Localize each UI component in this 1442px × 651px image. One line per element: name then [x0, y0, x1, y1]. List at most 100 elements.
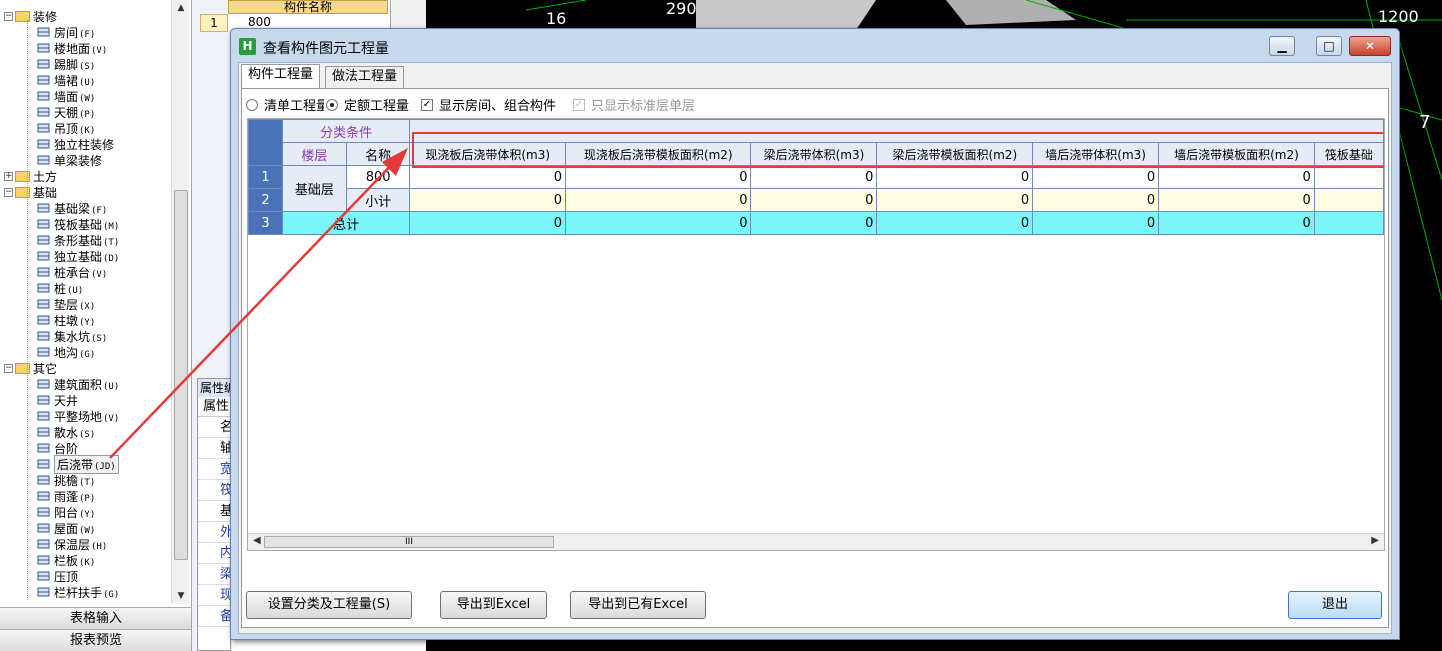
cell-quantity[interactable]: 0: [876, 188, 1034, 212]
tree-item[interactable]: 楼地面(V): [36, 40, 107, 56]
table-row[interactable]: 2 小计 0 0 0 0 0 0: [248, 188, 1384, 212]
checkbox-show-room[interactable]: ✓ 显示房间、组合构件: [421, 95, 556, 114]
dialog-titlebar[interactable]: H 查看构件图元工程量 ▁ □ ✕: [231, 29, 1399, 61]
tree-item[interactable]: 雨蓬(P): [36, 488, 95, 504]
cell-quantity[interactable]: 0: [750, 211, 878, 235]
attribute-row[interactable]: 外: [198, 522, 233, 543]
tab-method-quantity[interactable]: 做法工程量: [325, 66, 405, 88]
cell-quantity[interactable]: 0: [750, 188, 878, 212]
tree-item[interactable]: 条形基础(T): [36, 232, 119, 248]
cell-quantity[interactable]: 0: [1032, 188, 1160, 212]
tree-item[interactable]: 栏板(K): [36, 552, 95, 568]
tree-item[interactable]: 踢脚(S): [36, 56, 95, 72]
cell-quantity[interactable]: 0: [1158, 165, 1315, 189]
tree-item[interactable]: 散水(S): [36, 424, 95, 440]
scroll-down-icon[interactable]: ▼: [172, 588, 190, 604]
attribute-row[interactable]: 基: [198, 501, 233, 522]
export-existing-excel-button[interactable]: 导出到已有Excel: [570, 591, 706, 619]
tree-item[interactable]: 挑檐(T): [36, 472, 95, 488]
table-row[interactable]: 1 基础层 800 0 0 0 0 0 0: [248, 165, 1384, 212]
tree-item[interactable]: 桩承台(V): [36, 264, 107, 280]
radio-quota-quantity[interactable]: 定额工程量: [326, 95, 409, 114]
attribute-row[interactable]: 筏: [198, 480, 233, 501]
scroll-right-icon[interactable]: ▶: [1371, 535, 1379, 546]
cell-quantity[interactable]: 0: [1032, 211, 1160, 235]
collapse-icon[interactable]: −: [4, 363, 13, 373]
attribute-row[interactable]: 梁: [198, 564, 233, 585]
tree-item[interactable]: 桩(U): [36, 280, 83, 296]
tab-table-input[interactable]: 表格输入: [0, 607, 191, 629]
tree-item[interactable]: 压顶: [36, 568, 79, 584]
tree-item[interactable]: 天棚(P): [36, 104, 95, 120]
export-excel-button[interactable]: 导出到Excel: [440, 591, 547, 619]
exit-button[interactable]: 退出: [1288, 591, 1382, 619]
row-number[interactable]: 1: [248, 165, 283, 189]
tree-scroll-thumb[interactable]: [174, 190, 188, 560]
attribute-row[interactable]: 宽: [198, 459, 233, 480]
tree-item[interactable]: 集水坑(S): [36, 328, 107, 344]
tree-item[interactable]: 栏杆扶手(G): [36, 584, 119, 600]
cell-quantity[interactable]: 0: [565, 165, 752, 189]
tree-item[interactable]: 平整场地(V): [36, 408, 119, 424]
tree-item[interactable]: 屋面(W): [36, 520, 95, 536]
scroll-up-icon[interactable]: ▲: [172, 0, 190, 16]
horizontal-scroll-thumb[interactable]: III: [264, 536, 554, 548]
col-header-name[interactable]: 名称: [345, 142, 411, 166]
cell-quantity[interactable]: 0: [409, 165, 567, 189]
tree-item[interactable]: 墙裙(U): [36, 72, 95, 88]
attribute-row[interactable]: 轴: [198, 438, 233, 459]
tree-category[interactable]: + 土方: [4, 168, 57, 184]
radio-list-quantity[interactable]: 清单工程量: [246, 95, 324, 114]
attribute-row[interactable]: 现: [198, 585, 233, 606]
tree-item[interactable]: 墙面(W): [36, 88, 95, 104]
tree-item[interactable]: 基础梁(F): [36, 200, 107, 216]
tree-item[interactable]: 筏板基础(M): [36, 216, 119, 232]
row-number[interactable]: 2: [248, 188, 283, 212]
col-header-floor[interactable]: 楼层: [281, 142, 347, 166]
table-row[interactable]: 3 总计 0 0 0 0 0 0: [248, 211, 1384, 235]
tree-item[interactable]: 垫层(X): [36, 296, 95, 312]
scroll-left-icon[interactable]: ◀: [253, 535, 261, 546]
cell-quantity[interactable]: 0: [409, 211, 567, 235]
cell-total[interactable]: 总计: [281, 211, 411, 235]
tree-item[interactable]: 天井: [36, 392, 79, 408]
tree-item[interactable]: 房间(F): [36, 24, 95, 40]
minimize-button[interactable]: ▁: [1269, 36, 1295, 56]
expand-icon[interactable]: +: [4, 171, 13, 181]
tree-item[interactable]: 地沟(G): [36, 344, 95, 360]
tree-item[interactable]: 保温层(H): [36, 536, 107, 552]
cell-quantity[interactable]: 0: [876, 165, 1034, 189]
tree-item[interactable]: 柱墩(Y): [36, 312, 95, 328]
tree-item[interactable]: 吊顶(K): [36, 120, 95, 136]
cell-quantity[interactable]: 0: [565, 188, 752, 212]
horizontal-scrollbar[interactable]: ◀ III ▶: [248, 533, 1384, 550]
cell-name[interactable]: 800: [345, 165, 411, 189]
tree-category[interactable]: − 其它: [4, 360, 57, 376]
cell-quantity[interactable]: [1313, 165, 1384, 189]
tab-component-quantity[interactable]: 构件工程量: [241, 64, 321, 88]
attribute-row[interactable]: 备: [198, 606, 233, 627]
cell-quantity[interactable]: 0: [1158, 188, 1315, 212]
cell-quantity[interactable]: 0: [750, 165, 878, 189]
tree-item[interactable]: 建筑面积(U): [36, 376, 119, 392]
attribute-row[interactable]: 内: [198, 543, 233, 564]
attribute-row[interactable]: 名: [198, 417, 233, 438]
cell-subtotal[interactable]: 小计: [345, 188, 411, 212]
tree-category[interactable]: − 装修: [4, 8, 57, 24]
cell-quantity[interactable]: [1313, 211, 1384, 235]
tree-item[interactable]: 单梁装修: [36, 152, 103, 168]
row-number[interactable]: 3: [248, 211, 283, 235]
close-button[interactable]: ✕: [1349, 36, 1391, 56]
collapse-icon[interactable]: −: [4, 187, 13, 197]
set-category-button[interactable]: 设置分类及工程量(S): [246, 591, 412, 619]
cell-quantity[interactable]: [1313, 188, 1384, 212]
tree-item[interactable]: 独立柱装修: [36, 136, 115, 152]
collapse-icon[interactable]: −: [4, 11, 13, 21]
cell-quantity[interactable]: 0: [1158, 211, 1315, 235]
cell-quantity[interactable]: 0: [409, 188, 567, 212]
tree-item[interactable]: 阳台(Y): [36, 504, 95, 520]
tab-report-preview[interactable]: 报表预览: [0, 629, 191, 651]
cell-quantity[interactable]: 0: [876, 211, 1034, 235]
tree-item[interactable]: 独立基础(D): [36, 248, 119, 264]
tree-scrollbar[interactable]: ▲ ▼: [171, 0, 189, 604]
